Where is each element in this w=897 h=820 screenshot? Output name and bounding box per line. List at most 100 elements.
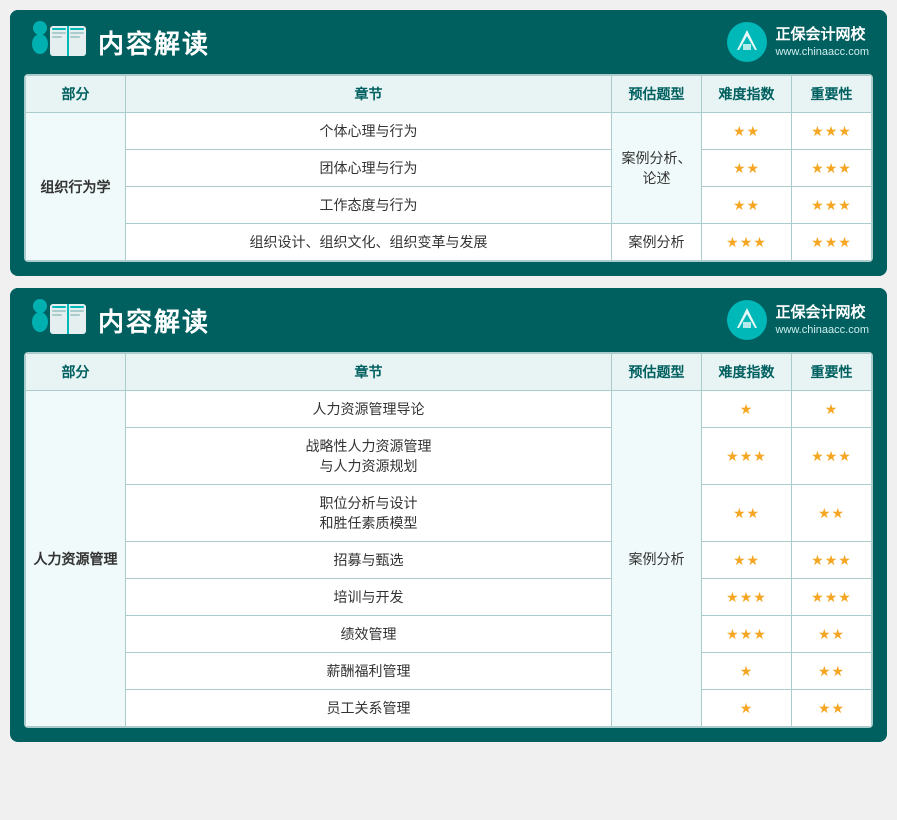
th-chapter-2: 章节 [126, 354, 612, 391]
stars-diff: ★★ [733, 552, 760, 568]
chapter-cell: 团体心理与行为 [126, 150, 612, 187]
stars-imp: ★★ [818, 505, 845, 521]
card-1-table-wrapper: 部分 章节 预估题型 难度指数 重要性 组织行为学 个体心理与行为 案例分析、论… [24, 74, 873, 262]
table-row: 组织设计、组织文化、组织变革与发展 案例分析 ★★★ ★★★ [26, 224, 872, 261]
card-1: 内容解读 正保会计网校 www.chinaacc.com 部分 [10, 10, 887, 276]
table-header-row-2: 部分 章节 预估题型 难度指数 重要性 [26, 354, 872, 391]
chapter-cell: 战略性人力资源管理与人力资源规划 [126, 428, 612, 485]
diff-cell: ★★★ [702, 428, 792, 485]
chapter-cell: 薪酬福利管理 [126, 653, 612, 690]
logo-url-2: www.chinaacc.com [775, 323, 869, 338]
table-row: 培训与开发 ★★★ ★★★ [26, 579, 872, 616]
th-part-1: 部分 [26, 76, 126, 113]
stars-imp: ★★★ [811, 160, 852, 176]
book-person-icon-2 [28, 298, 88, 342]
diff-cell: ★★ [702, 150, 792, 187]
imp-cell: ★★★ [792, 187, 872, 224]
stars-imp: ★★ [818, 663, 845, 679]
stars-imp: ★★ [818, 626, 845, 642]
diff-cell: ★ [702, 653, 792, 690]
card-2-logo-text: 正保会计网校 www.chinaacc.com [775, 302, 869, 338]
chapter-cell: 员工关系管理 [126, 690, 612, 727]
chapter-cell: 工作态度与行为 [126, 187, 612, 224]
imp-cell: ★★ [792, 616, 872, 653]
logo-name-2: 正保会计网校 [775, 302, 869, 323]
chapter-cell: 组织设计、组织文化、组织变革与发展 [126, 224, 612, 261]
stars-imp: ★★★ [811, 448, 852, 464]
imp-cell: ★★ [792, 653, 872, 690]
type-cell: 案例分析、论述 [612, 113, 702, 224]
diff-cell: ★★★ [702, 224, 792, 261]
stars-diff: ★★★ [726, 448, 767, 464]
th-type-2: 预估题型 [612, 354, 702, 391]
chapter-cell: 招募与甄选 [126, 542, 612, 579]
stars-diff: ★★ [733, 197, 760, 213]
stars-diff: ★★ [733, 123, 760, 139]
diff-cell: ★ [702, 391, 792, 428]
stars-diff: ★★★ [726, 234, 767, 250]
card-2-title: 内容解读 [98, 302, 210, 339]
diff-cell: ★ [702, 690, 792, 727]
stars-diff: ★★★ [726, 626, 767, 642]
th-chapter-1: 章节 [126, 76, 612, 113]
chinaacc-logo-icon-2 [729, 302, 765, 338]
table-header-row: 部分 章节 预估题型 难度指数 重要性 [26, 76, 872, 113]
th-diff-2: 难度指数 [702, 354, 792, 391]
chapter-cell: 人力资源管理导论 [126, 391, 612, 428]
stars-diff: ★ [740, 700, 754, 716]
stars-imp: ★★★ [811, 589, 852, 605]
card-2-header: 内容解读 正保会计网校 www.chinaacc.com [10, 288, 887, 352]
stars-imp: ★★★ [811, 234, 852, 250]
card-2-title-area: 内容解读 [28, 298, 210, 342]
diff-cell: ★★★ [702, 616, 792, 653]
stars-imp: ★ [825, 401, 839, 417]
imp-cell: ★★★ [792, 150, 872, 187]
logo-circle-1 [727, 22, 767, 62]
table-row: 招募与甄选 ★★ ★★★ [26, 542, 872, 579]
stars-diff: ★ [740, 663, 754, 679]
card-1-title: 内容解读 [98, 24, 210, 61]
card-2-table: 部分 章节 预估题型 难度指数 重要性 人力资源管理 人力资源管理导论 案例分析… [25, 353, 872, 727]
chapter-cell: 绩效管理 [126, 616, 612, 653]
diff-cell: ★★ [702, 485, 792, 542]
type-cell: 案例分析 [612, 224, 702, 261]
th-type-1: 预估题型 [612, 76, 702, 113]
card-1-logo: 正保会计网校 www.chinaacc.com [727, 22, 869, 62]
imp-cell: ★★ [792, 485, 872, 542]
diff-cell: ★★ [702, 113, 792, 150]
card-2-logo: 正保会计网校 www.chinaacc.com [727, 300, 869, 340]
logo-name-1: 正保会计网校 [775, 24, 869, 45]
table-row: 工作态度与行为 ★★ ★★★ [26, 187, 872, 224]
imp-cell: ★★★ [792, 579, 872, 616]
table-row: 职位分析与设计和胜任素质模型 ★★ ★★ [26, 485, 872, 542]
table-row: 人力资源管理 人力资源管理导论 案例分析 ★ ★ [26, 391, 872, 428]
logo-url-1: www.chinaacc.com [775, 45, 869, 60]
part-cell-2: 人力资源管理 [26, 391, 126, 727]
stars-diff: ★★ [733, 505, 760, 521]
chapter-cell: 个体心理与行为 [126, 113, 612, 150]
chapter-cell: 培训与开发 [126, 579, 612, 616]
card-1-title-area: 内容解读 [28, 20, 210, 64]
card-1-logo-text: 正保会计网校 www.chinaacc.com [775, 24, 869, 60]
table-row: 战略性人力资源管理与人力资源规划 ★★★ ★★★ [26, 428, 872, 485]
part-cell-1: 组织行为学 [26, 113, 126, 261]
stars-diff: ★★★ [726, 589, 767, 605]
stars-imp: ★★★ [811, 123, 852, 139]
card-2: 内容解读 正保会计网校 www.chinaacc.com 部分 [10, 288, 887, 742]
th-imp-1: 重要性 [792, 76, 872, 113]
stars-imp: ★★★ [811, 197, 852, 213]
imp-cell: ★★★ [792, 224, 872, 261]
table-row: 绩效管理 ★★★ ★★ [26, 616, 872, 653]
table-row: 组织行为学 个体心理与行为 案例分析、论述 ★★ ★★★ [26, 113, 872, 150]
diff-cell: ★★ [702, 187, 792, 224]
card-1-table: 部分 章节 预估题型 难度指数 重要性 组织行为学 个体心理与行为 案例分析、论… [25, 75, 872, 261]
logo-circle-2 [727, 300, 767, 340]
th-diff-1: 难度指数 [702, 76, 792, 113]
th-part-2: 部分 [26, 354, 126, 391]
th-imp-2: 重要性 [792, 354, 872, 391]
stars-imp: ★★★ [811, 552, 852, 568]
card-1-header: 内容解读 正保会计网校 www.chinaacc.com [10, 10, 887, 74]
card-2-table-wrapper: 部分 章节 预估题型 难度指数 重要性 人力资源管理 人力资源管理导论 案例分析… [24, 352, 873, 728]
stars-diff: ★★ [733, 160, 760, 176]
type-cell-2: 案例分析 [612, 391, 702, 727]
